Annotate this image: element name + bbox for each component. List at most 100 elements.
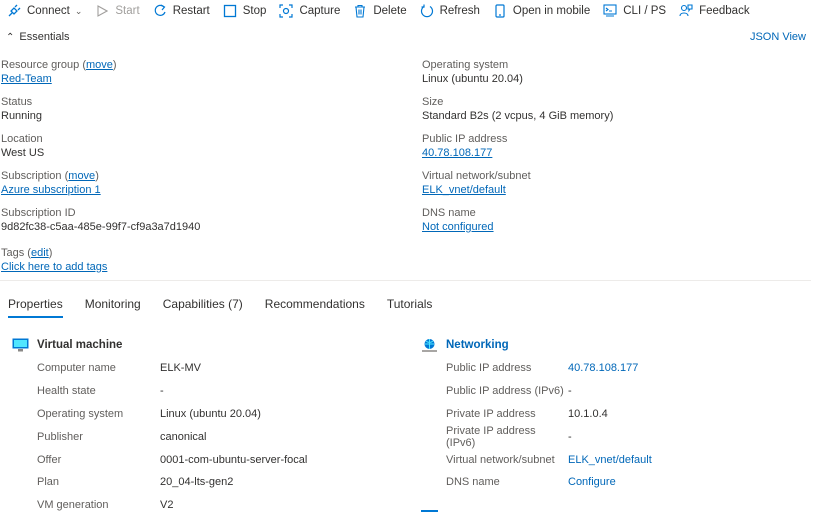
size-value: Standard B2s (2 vcpus, 4 GiB memory) <box>422 110 614 122</box>
essentials-toggle[interactable]: ⌃ Essentials <box>6 31 70 43</box>
vm-value: 20_04-lts-gen2 <box>160 476 234 489</box>
net-row-private-ip: Private IP address 10.1.0.4 <box>421 403 652 426</box>
networking-title: Networking <box>446 339 509 351</box>
stop-button[interactable]: Stop <box>223 4 266 18</box>
resource-group-field: Resource group (move) Red-Team <box>1 58 200 95</box>
os-field: Operating system Linux (ubuntu 20.04) <box>422 58 613 95</box>
os-label: Operating system <box>422 59 509 71</box>
vm-row-health-state: Health state - <box>12 380 307 403</box>
configure-dns-link[interactable]: Configure <box>568 476 616 488</box>
mobile-icon <box>493 4 507 18</box>
tab-monitoring[interactable]: Monitoring <box>85 297 141 316</box>
add-tags-link[interactable]: Click here to add tags <box>1 261 107 273</box>
cli-ps-button[interactable]: CLI / PS <box>603 4 666 18</box>
tab-properties[interactable]: Properties <box>8 297 63 318</box>
open-in-mobile-button[interactable]: Open in mobile <box>493 4 590 18</box>
vm-key: Operating system <box>37 407 124 420</box>
refresh-icon <box>420 4 434 18</box>
tab-capabilities[interactable]: Capabilities (7) <box>163 297 243 316</box>
subscription-label: Subscription (move) <box>1 170 99 182</box>
start-button[interactable]: Start <box>95 4 140 18</box>
networking-header[interactable]: Networking <box>421 337 652 353</box>
open-in-mobile-label: Open in mobile <box>512 5 591 17</box>
restart-button[interactable]: Restart <box>153 4 210 18</box>
subscription-link[interactable]: Azure subscription 1 <box>1 184 101 196</box>
feedback-icon <box>679 4 693 18</box>
vm-row-publisher: Publisher canonical <box>12 425 307 448</box>
tab-recommendations[interactable]: Recommendations <box>265 297 365 316</box>
terminal-icon <box>603 4 617 18</box>
edit-tags-link[interactable]: edit <box>31 247 49 259</box>
vm-key: VM generation <box>37 499 109 512</box>
public-ip-value-link[interactable]: 40.78.108.177 <box>568 362 638 374</box>
dns-label: DNS name <box>422 207 476 219</box>
size-field: Size Standard B2s (2 vcpus, 4 GiB memory… <box>422 95 613 132</box>
net-key: Private IP address (IPv6) <box>446 424 536 449</box>
capture-button[interactable]: Capture <box>279 4 340 18</box>
location-value: West US <box>1 147 45 159</box>
start-label: Start <box>115 5 140 17</box>
essentials-title: Essentials <box>19 31 70 43</box>
cli-ps-label: CLI / PS <box>623 5 667 17</box>
chevron-down-icon: ⌄ <box>74 5 83 16</box>
tags-label-text: Tags <box>1 247 25 259</box>
public-ip-label: Public IP address <box>422 133 508 145</box>
vm-row-plan: Plan 20_04-lts-gen2 <box>12 471 307 494</box>
vm-row-offer: Offer 0001-com-ubuntu-server-focal <box>12 448 307 471</box>
resource-group-link[interactable]: Red-Team <box>1 73 52 85</box>
vm-value: 0001-com-ubuntu-server-focal <box>160 453 308 466</box>
vm-row-operating-system: Operating system Linux (ubuntu 20.04) <box>12 403 307 426</box>
feedback-button[interactable]: Feedback <box>679 4 750 18</box>
vm-key: Computer name <box>37 362 116 375</box>
location-field: Location West US <box>1 132 200 169</box>
vm-value: Linux (ubuntu 20.04) <box>160 407 261 420</box>
command-bar: Connect ⌄ Start Restart Stop Capture Del… <box>0 0 825 22</box>
public-ip-link[interactable]: 40.78.108.177 <box>422 147 492 159</box>
vm-key: Plan <box>37 476 60 489</box>
net-row-public-ip: Public IP address 40.78.108.177 <box>421 357 652 380</box>
os-value: Linux (ubuntu 20.04) <box>422 73 523 85</box>
tags-field: Tags (edit) Click here to add tags <box>1 246 107 275</box>
subscription-id-value: 9d82fc38-c5aa-485e-99f7-cf9a3a7d1940 <box>1 221 201 233</box>
vnet-link[interactable]: ELK_vnet/default <box>422 184 506 196</box>
play-icon <box>95 4 109 18</box>
json-view-link[interactable]: JSON View <box>750 31 806 43</box>
status-field: Status Running <box>1 95 200 132</box>
divider <box>0 280 811 281</box>
net-key: Virtual network/subnet <box>446 453 555 466</box>
essentials-right-column: Operating system Linux (ubuntu 20.04) Si… <box>422 58 613 243</box>
dns-link[interactable]: Not configured <box>422 221 494 233</box>
virtual-machine-section: Virtual machine Computer name ELK-MV Heal… <box>12 337 307 513</box>
vm-key: Publisher <box>37 430 83 443</box>
delete-label: Delete <box>373 5 407 17</box>
vm-value: ELK-MV <box>160 362 201 375</box>
capture-label: Capture <box>299 5 341 17</box>
net-row-public-ipv6: Public IP address (IPv6) - <box>421 380 652 403</box>
vm-value: - <box>160 385 164 398</box>
vnet-label: Virtual network/subnet <box>422 170 531 182</box>
status-value: Running <box>1 110 42 122</box>
tab-tutorials[interactable]: Tutorials <box>387 297 433 316</box>
trash-icon <box>353 4 367 18</box>
subscription-label-text: Subscription <box>1 170 62 182</box>
subscription-id-label: Subscription ID <box>1 207 76 219</box>
size-label: Size <box>422 96 444 108</box>
connect-button[interactable]: Connect ⌄ <box>7 4 82 18</box>
vnet-field: Virtual network/subnet ELK_vnet/default <box>422 169 613 206</box>
plug-icon <box>7 4 21 18</box>
monitor-icon <box>12 338 29 352</box>
delete-button[interactable]: Delete <box>353 4 407 18</box>
vnet-value-link[interactable]: ELK_vnet/default <box>568 454 652 466</box>
vm-row-computer-name: Computer name ELK-MV <box>12 357 307 380</box>
feedback-label: Feedback <box>699 5 750 17</box>
status-label: Status <box>1 96 33 108</box>
essentials-header: ⌃ Essentials JSON View <box>6 31 806 43</box>
tags-label: Tags (edit) <box>1 247 53 259</box>
stop-icon <box>223 4 237 18</box>
move-resource-group-link[interactable]: move <box>86 59 113 71</box>
resource-group-label-text: Resource group <box>1 59 80 71</box>
virtual-machine-header: Virtual machine <box>12 337 307 353</box>
refresh-button[interactable]: Refresh <box>420 4 480 18</box>
location-label: Location <box>1 133 43 145</box>
move-subscription-link[interactable]: move <box>68 170 95 182</box>
